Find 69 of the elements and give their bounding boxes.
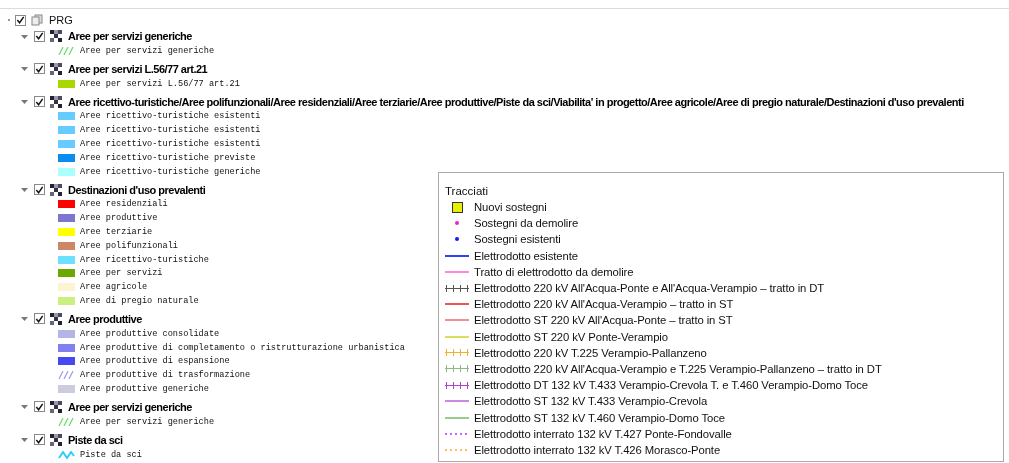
legend-item-label: Aree terziarie	[80, 227, 153, 238]
legend-item-label: Aree ricettivo-turistiche	[80, 254, 209, 265]
legend-item-label: Aree per servizi	[80, 268, 163, 279]
legend-entry-label: Sostegni esistenti	[474, 233, 561, 246]
raster-layer-icon	[50, 400, 62, 413]
raster-layer-icon	[50, 62, 62, 75]
checkbox[interactable]	[34, 184, 45, 196]
checkbox[interactable]	[34, 96, 45, 108]
legend-entry-label: Elettrodotto ST 220 kV All'Acqua-Ponte – tratto in ST	[474, 314, 733, 327]
legend-entry-label: Elettrodotto 220 kV All'Acqua-Verampio e T.225 Verampio-Pallanzeno – tratto in DT	[474, 362, 882, 375]
legend-item-label: Aree produttive	[80, 213, 158, 224]
legend-title: Tracciati	[445, 184, 490, 199]
legend-item-label: Aree ricettivo-turistiche esistenti	[80, 111, 261, 122]
layer-label[interactable]: Aree per servizi generiche	[68, 400, 192, 413]
legend-entry-label: Tratto di elettrodotto da demolire	[474, 265, 634, 278]
legend-item-label: Aree ricettivo-turistiche esistenti	[80, 125, 261, 136]
legend-item-label: Aree produttive generiche	[80, 384, 209, 395]
caret-icon[interactable]	[20, 402, 29, 412]
legend-entry-label: Elettrodotto esistente	[474, 249, 578, 262]
legend-item-label: Aree agricole	[80, 282, 148, 293]
legend-item-label: Aree produttive di trasformazione	[80, 370, 251, 381]
legend-item-label: Aree produttive di espansione	[80, 356, 230, 367]
layer-label[interactable]: Destinazioni d'uso prevalenti	[68, 183, 206, 196]
legend-item-label: Piste da sci	[80, 449, 142, 460]
legend-entry-label: Elettrodotto 220 kV T.225 Verampio-Pallanzeno	[474, 346, 707, 359]
legend-entry-label: Nuovi sostegni	[474, 201, 547, 214]
layer-label[interactable]: Aree per servizi L.56/77 art.21	[68, 62, 208, 75]
checkbox[interactable]	[34, 313, 45, 325]
checkbox[interactable]	[15, 14, 26, 26]
legend-item-label: Aree di pregio naturale	[80, 296, 199, 307]
legend-item-label: Aree per servizi generiche	[80, 45, 215, 56]
checkbox[interactable]	[34, 434, 45, 446]
legend-entry-label: Elettrodotto 220 kV All'Acqua-Ponte e All'Acqua-Verampio – tratto in DT	[474, 282, 825, 295]
legend-entry-label: Elettrodotto DT 132 kV T.433 Verampio-Crevola T. e T.460 Verampio-Domo Toce	[474, 379, 868, 392]
legend-entry-label: Sostegni da demolire	[474, 217, 579, 230]
legend-item-label: Aree ricettivo-turistiche generiche	[80, 166, 261, 177]
layers-icon	[31, 14, 43, 26]
legend-item-label: Aree residenziali	[80, 199, 168, 210]
legend-item-label: Aree per servizi generiche	[80, 416, 215, 427]
legend-entry-label: Elettrodotto ST 220 kV Ponte-Verampio	[474, 330, 668, 343]
layer-label[interactable]: Piste da sci	[68, 433, 123, 446]
caret-icon[interactable]	[20, 97, 29, 107]
legend-item-label: Aree produttive consolidate	[80, 328, 220, 339]
layer-label[interactable]: Aree ricettivo-turistiche/Aree polifunzionali/Aree residenziali/Aree terziarie/Aree produttive/Piste da sci/Viabilita' in progetto/Aree agricole/Aree di pregio naturale/Destinazioni d'uso prevalenti	[68, 95, 964, 108]
legend-entry-label: Elettrodotto ST 132 kV T.460 Verampio-Domo Toce	[474, 411, 725, 424]
legend-item-label: Aree produttive di completamento o ristrutturazione urbanistica	[80, 342, 405, 353]
layer-label[interactable]: Aree per servizi generiche	[68, 30, 192, 42]
checkbox[interactable]	[34, 401, 45, 413]
raster-layer-icon	[50, 183, 62, 196]
checkbox[interactable]	[34, 30, 45, 42]
legend-entry-label: Elettrodotto ST 132 kV T.433 Verampio-Crevola	[474, 395, 708, 408]
caret-icon[interactable]	[20, 185, 29, 195]
legend-item-label: Aree ricettivo-turistiche previste	[80, 152, 256, 163]
legend-entry-label: Elettrodotto 220 kV All'Acqua-Verampio – tratto in ST	[474, 298, 734, 311]
legend-item-label: Aree ricettivo-turistiche esistenti	[80, 139, 261, 150]
caret-icon[interactable]	[20, 314, 29, 324]
raster-layer-icon	[50, 312, 62, 325]
raster-layer-icon	[50, 30, 62, 42]
layer-group-label[interactable]: PRG	[49, 14, 73, 26]
legend-item-label: Aree per servizi L.56/77 art.21	[80, 78, 240, 89]
checkbox[interactable]	[34, 63, 45, 75]
raster-layer-icon	[50, 433, 62, 446]
legend-item-label: Aree polifunzionali	[80, 240, 178, 251]
legend-entry-label: Elettrodotto interrato 132 kV T.426 Morasco-Ponte	[474, 443, 721, 456]
legend-entry-label: Elettrodotto interrato 132 kV T.427 Ponte-Fondovalle	[474, 427, 732, 440]
raster-layer-icon	[50, 95, 62, 108]
caret-icon[interactable]	[20, 435, 29, 445]
caret-icon[interactable]	[20, 64, 29, 74]
layer-label[interactable]: Aree produttive	[68, 312, 142, 325]
